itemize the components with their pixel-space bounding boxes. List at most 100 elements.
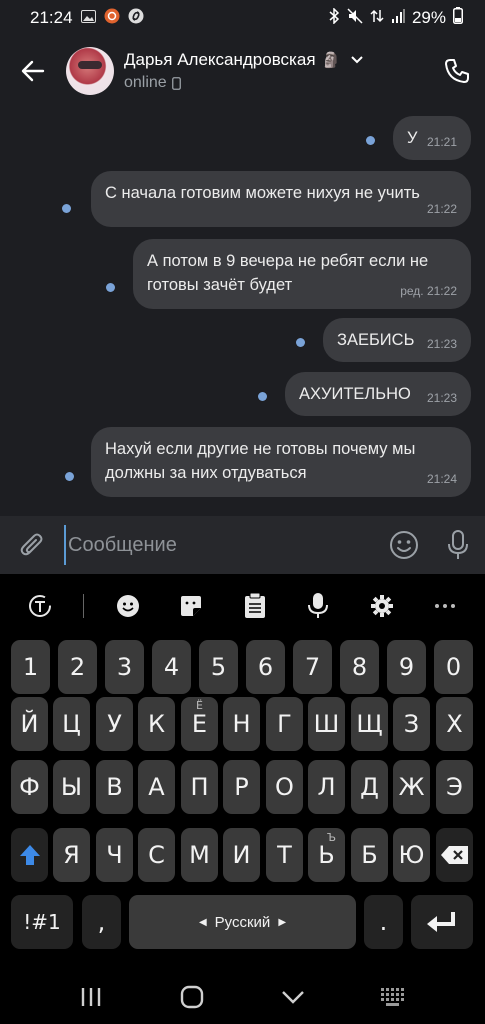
key[interactable]: Ю — [393, 828, 430, 882]
key[interactable]: Ж — [393, 760, 430, 814]
key[interactable]: Ш — [308, 697, 345, 751]
left-arrow-icon: ◀ — [198, 916, 207, 928]
message-time: 21:21 — [426, 135, 457, 149]
key[interactable]: Ч — [96, 828, 133, 882]
nav-back-icon[interactable] — [263, 977, 323, 1017]
keyboard: 1 2 3 4 5 6 7 8 9 0 Й Ц У К Ё Е Н Г Ш Щ … — [0, 574, 485, 970]
message[interactable]: С начала готовим можете нихуя не учить 2… — [91, 171, 471, 227]
key-hint: Ъ — [326, 831, 336, 844]
key[interactable]: Р — [223, 760, 260, 814]
translate-icon[interactable] — [20, 586, 60, 626]
key[interactable]: С — [138, 828, 175, 882]
key[interactable]: В — [96, 760, 133, 814]
microphone-icon — [448, 530, 468, 559]
message-text: А потом в 9 вечера не ребят если не гото… — [147, 252, 429, 294]
key[interactable]: Ф — [11, 760, 48, 814]
settings-gear-icon[interactable] — [362, 586, 402, 626]
key[interactable]: Й — [11, 697, 48, 751]
read-indicator — [296, 338, 305, 347]
letter-row-2: Ф Ы В А П Р О Л Д Ж Э — [0, 760, 485, 814]
attach-button[interactable] — [0, 516, 64, 574]
key[interactable]: Я — [53, 828, 90, 882]
key[interactable]: К — [138, 697, 175, 751]
more-icon[interactable] — [425, 586, 465, 626]
message[interactable]: АХУИТЕЛЬНО 21:23 — [285, 372, 471, 416]
message-text: ЗАЕБИСЬ — [337, 331, 415, 349]
space-key[interactable]: ◀ Русский ▶ — [129, 895, 356, 949]
key[interactable]: 0 — [434, 640, 473, 694]
message[interactable]: ЗАЕБИСЬ 21:23 — [323, 318, 471, 362]
key[interactable]: Х — [436, 697, 473, 751]
key[interactable]: А — [138, 760, 175, 814]
message[interactable]: Нахуй если другие не готовы почему мы до… — [91, 427, 471, 497]
key[interactable]: Г — [266, 697, 303, 751]
phone-device-icon — [171, 76, 181, 90]
key[interactable]: Щ — [351, 697, 388, 751]
period-key[interactable]: . — [364, 895, 403, 949]
key[interactable]: 6 — [246, 640, 285, 694]
backspace-key[interactable] — [436, 828, 473, 882]
key[interactable]: Н — [223, 697, 260, 751]
key[interactable]: 8 — [340, 640, 379, 694]
smiley-icon — [390, 531, 418, 559]
paperclip-icon — [20, 533, 43, 556]
key[interactable]: 3 — [105, 640, 144, 694]
bottom-row: !#1 , ◀ Русский ▶ . — [0, 895, 485, 949]
voice-record-button[interactable] — [431, 516, 485, 574]
call-button[interactable] — [429, 36, 485, 106]
message[interactable]: А потом в 9 вечера не ребят если не гото… — [133, 239, 471, 309]
key[interactable]: П — [181, 760, 218, 814]
right-arrow-icon: ▶ — [278, 916, 287, 928]
key[interactable]: М — [181, 828, 218, 882]
message-list[interactable]: У 21:21 С начала готовим можете нихуя не… — [0, 106, 485, 516]
message-input[interactable] — [64, 525, 377, 565]
phone-icon — [445, 59, 469, 83]
key[interactable]: З — [393, 697, 430, 751]
message-input-bar — [0, 516, 485, 574]
key[interactable]: Ы — [53, 760, 90, 814]
key[interactable]: Л — [308, 760, 345, 814]
key[interactable]: О — [266, 760, 303, 814]
key[interactable]: Т — [266, 828, 303, 882]
bluetooth-icon — [329, 6, 340, 29]
key-soft-sign[interactable]: Ъ Ь — [308, 828, 345, 882]
key[interactable]: 5 — [199, 640, 238, 694]
emoji-button[interactable] — [377, 516, 431, 574]
key[interactable]: 1 — [11, 640, 50, 694]
keyboard-grid-icon[interactable] — [364, 977, 424, 1017]
key[interactable]: 9 — [387, 640, 426, 694]
shift-key[interactable] — [11, 828, 48, 882]
key[interactable]: Ц — [53, 697, 90, 751]
symbols-key[interactable]: !#1 — [11, 895, 73, 949]
message-time: 21:23 — [426, 391, 457, 405]
message[interactable]: У 21:21 — [393, 116, 471, 160]
emoji-icon[interactable] — [108, 586, 148, 626]
gallery-notification-icon — [80, 10, 96, 26]
key[interactable]: И — [223, 828, 260, 882]
key[interactable]: 2 — [58, 640, 97, 694]
avatar[interactable] — [66, 47, 114, 95]
microphone-icon[interactable] — [298, 586, 338, 626]
clipboard-icon[interactable] — [235, 586, 275, 626]
chat-header: Дарья Александровская 🗿 online — [0, 36, 485, 106]
home-icon[interactable] — [162, 977, 222, 1017]
key-hint: Ё — [196, 699, 203, 712]
enter-key[interactable] — [411, 895, 473, 949]
message-text: С начала готовим можете нихуя не учить — [105, 184, 420, 202]
back-button[interactable] — [0, 36, 66, 106]
key-e[interactable]: Ё Е — [181, 697, 218, 751]
sticker-icon[interactable] — [171, 586, 211, 626]
key[interactable]: Э — [436, 760, 473, 814]
key[interactable]: У — [96, 697, 133, 751]
key[interactable]: 4 — [152, 640, 191, 694]
key[interactable]: Д — [351, 760, 388, 814]
contact-info[interactable]: Дарья Александровская 🗿 online — [124, 50, 429, 92]
recents-icon[interactable] — [61, 977, 121, 1017]
message-text: Нахуй если другие не готовы почему мы до… — [105, 440, 416, 482]
battery-percent: 29% — [411, 8, 446, 27]
key[interactable]: 7 — [293, 640, 332, 694]
key[interactable]: Б — [351, 828, 388, 882]
backspace-icon — [440, 846, 468, 864]
comma-key[interactable]: , — [82, 895, 121, 949]
chevron-down-icon[interactable] — [350, 55, 364, 65]
